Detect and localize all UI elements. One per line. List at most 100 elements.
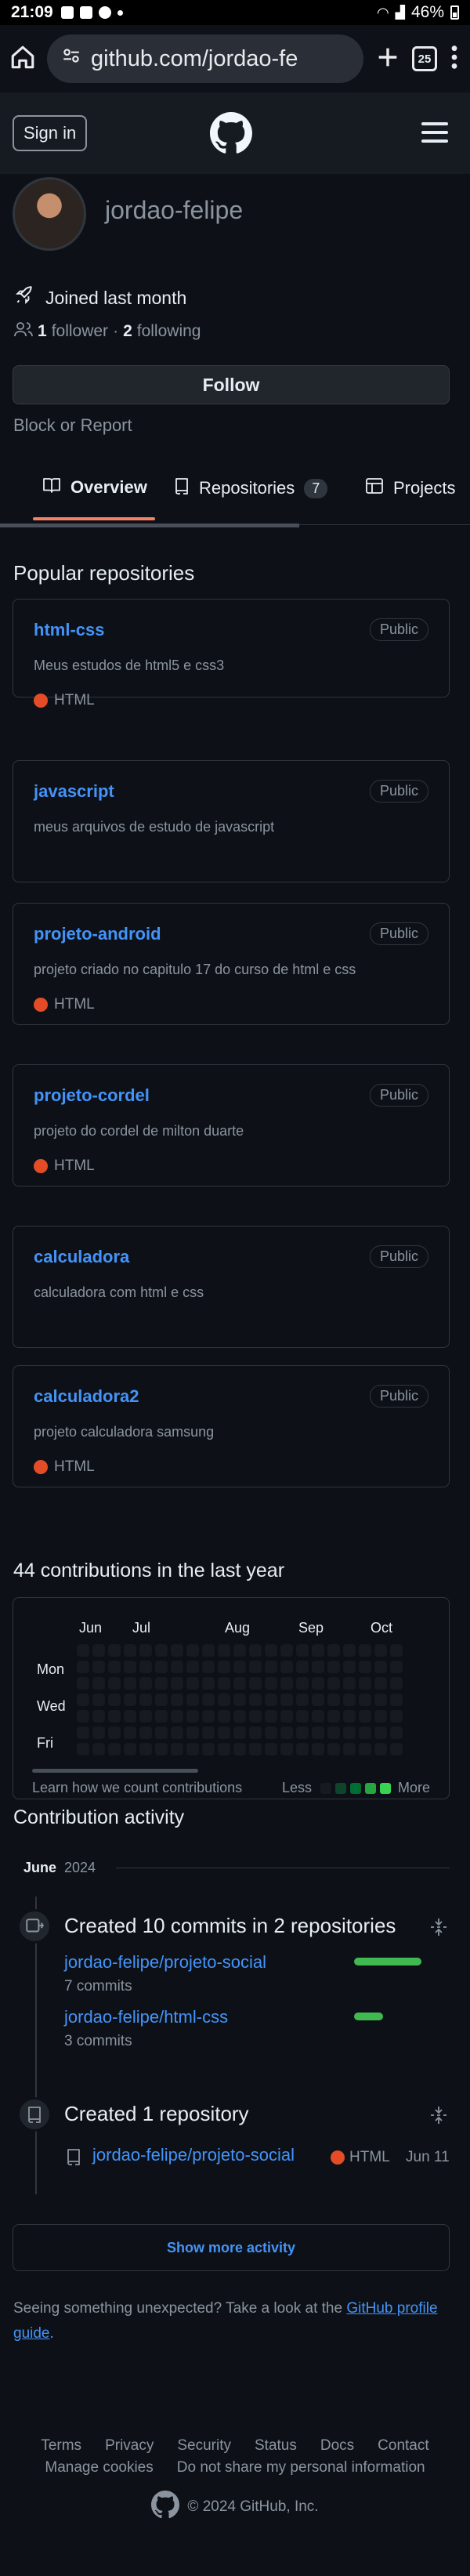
tab-repositories[interactable]: Repositories 7 <box>174 476 328 500</box>
contribution-day-cell[interactable] <box>390 1710 403 1723</box>
contribution-day-cell[interactable] <box>108 1677 121 1690</box>
footer-docs-link[interactable]: Docs <box>320 2437 354 2455</box>
contribution-day-cell[interactable] <box>265 1677 277 1690</box>
contribution-day-cell[interactable] <box>139 1743 152 1755</box>
contribution-day-cell[interactable] <box>155 1677 168 1690</box>
contribution-day-cell[interactable] <box>77 1644 89 1657</box>
contribution-day-cell[interactable] <box>108 1726 121 1739</box>
contribution-day-cell[interactable] <box>92 1743 105 1755</box>
contribution-day-cell[interactable] <box>77 1710 89 1723</box>
site-settings-icon[interactable] <box>61 45 81 72</box>
contribution-day-cell[interactable] <box>233 1644 246 1657</box>
footer-cookies-link[interactable]: Manage cookies <box>45 2459 153 2476</box>
contribution-day-cell[interactable] <box>390 1743 403 1755</box>
contribution-day-cell[interactable] <box>280 1694 293 1706</box>
contribution-day-cell[interactable] <box>92 1694 105 1706</box>
contribution-day-cell[interactable] <box>312 1743 324 1755</box>
contribution-day-cell[interactable] <box>374 1694 387 1706</box>
contribution-day-cell[interactable] <box>171 1694 183 1706</box>
contribution-day-cell[interactable] <box>155 1661 168 1673</box>
contribution-day-cell[interactable] <box>124 1661 136 1673</box>
contribution-day-cell[interactable] <box>249 1743 262 1755</box>
contribution-day-cell[interactable] <box>343 1661 356 1673</box>
contribution-day-cell[interactable] <box>202 1743 215 1755</box>
contribution-day-cell[interactable] <box>92 1644 105 1657</box>
contribution-day-cell[interactable] <box>233 1694 246 1706</box>
contribution-day-cell[interactable] <box>77 1726 89 1739</box>
contribution-day-cell[interactable] <box>280 1644 293 1657</box>
footer-security-link[interactable]: Security <box>177 2437 231 2455</box>
contribution-day-cell[interactable] <box>343 1710 356 1723</box>
followers-count[interactable]: 1 <box>38 322 47 341</box>
contribution-day-cell[interactable] <box>249 1644 262 1657</box>
footer-contact-link[interactable]: Contact <box>378 2437 428 2455</box>
calendar-scrollbar[interactable] <box>32 1769 198 1773</box>
contribution-day-cell[interactable] <box>343 1743 356 1755</box>
contribution-day-cell[interactable] <box>155 1743 168 1755</box>
contribution-day-cell[interactable] <box>171 1677 183 1690</box>
contribution-day-cell[interactable] <box>390 1644 403 1657</box>
contribution-day-cell[interactable] <box>186 1661 199 1673</box>
sign-in-button[interactable]: Sign in <box>13 115 88 151</box>
contribution-day-cell[interactable] <box>249 1710 262 1723</box>
contribution-day-cell[interactable] <box>312 1661 324 1673</box>
contribution-day-cell[interactable] <box>108 1661 121 1673</box>
contribution-day-cell[interactable] <box>155 1710 168 1723</box>
contribution-day-cell[interactable] <box>124 1694 136 1706</box>
repo-name-link[interactable]: calculadora2 <box>34 1386 139 1407</box>
contribution-day-cell[interactable] <box>390 1694 403 1706</box>
contribution-day-cell[interactable] <box>186 1710 199 1723</box>
contribution-day-cell[interactable] <box>124 1710 136 1723</box>
contribution-day-cell[interactable] <box>374 1710 387 1723</box>
contribution-day-cell[interactable] <box>171 1726 183 1739</box>
contribution-day-cell[interactable] <box>202 1644 215 1657</box>
contribution-day-cell[interactable] <box>359 1694 371 1706</box>
contribution-day-cell[interactable] <box>233 1661 246 1673</box>
contribution-day-cell[interactable] <box>92 1726 105 1739</box>
contribution-day-cell[interactable] <box>265 1710 277 1723</box>
footer-do-not-share-link[interactable]: Do not share my personal information <box>177 2459 425 2476</box>
contribution-day-cell[interactable] <box>296 1694 309 1706</box>
contribution-day-cell[interactable] <box>233 1677 246 1690</box>
contribution-day-cell[interactable] <box>374 1677 387 1690</box>
contribution-day-cell[interactable] <box>171 1644 183 1657</box>
contribution-day-cell[interactable] <box>265 1661 277 1673</box>
collapse-icon[interactable] <box>429 2105 448 2129</box>
contribution-day-cell[interactable] <box>249 1677 262 1690</box>
contribution-day-cell[interactable] <box>77 1677 89 1690</box>
contribution-day-cell[interactable] <box>359 1644 371 1657</box>
contribution-day-cell[interactable] <box>77 1694 89 1706</box>
contribution-day-cell[interactable] <box>218 1743 230 1755</box>
contribution-day-cell[interactable] <box>296 1661 309 1673</box>
contribution-day-cell[interactable] <box>374 1661 387 1673</box>
contribution-day-cell[interactable] <box>233 1726 246 1739</box>
repo-name-link[interactable]: calculadora <box>34 1247 129 1267</box>
contribution-day-cell[interactable] <box>108 1710 121 1723</box>
contribution-day-cell[interactable] <box>280 1743 293 1755</box>
footer-terms-link[interactable]: Terms <box>41 2437 81 2455</box>
contribution-day-cell[interactable] <box>374 1743 387 1755</box>
new-tab-icon[interactable] <box>374 44 401 74</box>
contribution-day-cell[interactable] <box>296 1710 309 1723</box>
contribution-day-cell[interactable] <box>155 1644 168 1657</box>
contribution-day-cell[interactable] <box>296 1726 309 1739</box>
contribution-day-cell[interactable] <box>139 1644 152 1657</box>
repo-name-link[interactable]: projeto-cordel <box>34 1085 150 1106</box>
contribution-day-cell[interactable] <box>218 1694 230 1706</box>
contribution-day-cell[interactable] <box>218 1677 230 1690</box>
contribution-day-cell[interactable] <box>280 1710 293 1723</box>
contribution-day-cell[interactable] <box>312 1710 324 1723</box>
contribution-day-cell[interactable] <box>390 1677 403 1690</box>
contribution-day-cell[interactable] <box>280 1677 293 1690</box>
github-footer-logo-icon[interactable] <box>151 2491 180 2523</box>
contribution-day-cell[interactable] <box>265 1644 277 1657</box>
contribution-day-cell[interactable] <box>218 1661 230 1673</box>
block-or-report-link[interactable]: Block or Report <box>13 415 132 436</box>
address-bar[interactable]: github.com/jordao-fe <box>47 34 363 83</box>
contribution-day-cell[interactable] <box>218 1726 230 1739</box>
contribution-day-cell[interactable] <box>374 1726 387 1739</box>
commit-repo-link[interactable]: jordao-felipe/projeto-social <box>64 1952 266 1973</box>
commit-count-link[interactable]: 7 commits <box>64 1978 132 1995</box>
footer-privacy-link[interactable]: Privacy <box>105 2437 154 2455</box>
contribution-day-cell[interactable] <box>343 1677 356 1690</box>
